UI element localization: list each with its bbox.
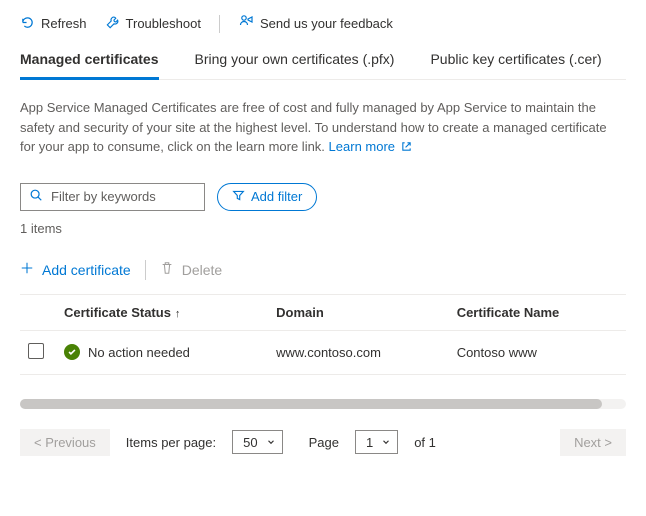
troubleshoot-button[interactable]: Troubleshoot: [105, 15, 201, 33]
page-select[interactable]: 1: [355, 430, 398, 454]
add-certificate-label: Add certificate: [42, 262, 131, 278]
horizontal-scrollbar[interactable]: [20, 399, 626, 409]
wrench-icon: [105, 15, 120, 33]
delete-button: Delete: [160, 261, 222, 278]
tab-public-key[interactable]: Public key certificates (.cer): [430, 45, 601, 79]
refresh-icon: [20, 15, 35, 33]
refresh-label: Refresh: [41, 16, 87, 31]
filter-icon: [232, 189, 245, 205]
name-cell: Contoso www: [449, 330, 626, 374]
status-text: No action needed: [88, 345, 190, 360]
chevron-down-icon: [381, 435, 391, 450]
toolbar-separator: [219, 15, 220, 33]
refresh-button[interactable]: Refresh: [20, 15, 87, 33]
trash-icon: [160, 261, 174, 278]
page-label: Page: [309, 435, 339, 450]
items-per-page-select[interactable]: 50: [232, 430, 282, 454]
of-label: of 1: [414, 435, 436, 450]
feedback-icon: [238, 14, 254, 33]
tabs: Managed certificates Bring your own cert…: [20, 45, 626, 80]
domain-cell: www.contoso.com: [268, 330, 449, 374]
troubleshoot-label: Troubleshoot: [126, 16, 201, 31]
next-page-button[interactable]: Next >: [560, 429, 626, 456]
row-checkbox[interactable]: [28, 343, 44, 359]
add-filter-label: Add filter: [251, 189, 302, 204]
description-text: App Service Managed Certificates are fre…: [20, 98, 620, 157]
scroll-thumb[interactable]: [20, 399, 602, 409]
filter-keywords-field[interactable]: [49, 188, 229, 205]
tab-managed-certificates[interactable]: Managed certificates: [20, 45, 159, 80]
status-ok-icon: [64, 344, 80, 360]
search-icon: [29, 188, 43, 205]
feedback-label: Send us your feedback: [260, 16, 393, 31]
col-name[interactable]: Certificate Name: [449, 294, 626, 330]
feedback-button[interactable]: Send us your feedback: [238, 14, 393, 33]
sort-ascending-icon: ↑: [175, 308, 181, 320]
col-domain[interactable]: Domain: [268, 294, 449, 330]
add-filter-button[interactable]: Add filter: [217, 183, 317, 211]
action-separator: [145, 260, 146, 280]
filter-keywords-input[interactable]: [20, 183, 205, 211]
external-link-icon: [399, 139, 412, 154]
table-row[interactable]: No action needed www.contoso.com Contoso…: [20, 330, 626, 374]
previous-page-button[interactable]: < Previous: [20, 429, 110, 456]
col-status[interactable]: Certificate Status↑: [56, 294, 268, 330]
items-per-page-label: Items per page:: [126, 435, 216, 450]
plus-icon: [20, 261, 34, 278]
item-count: 1 items: [20, 221, 626, 236]
learn-more-link[interactable]: Learn more: [329, 139, 412, 154]
delete-label: Delete: [182, 262, 222, 278]
add-certificate-button[interactable]: Add certificate: [20, 261, 131, 278]
description-body: App Service Managed Certificates are fre…: [20, 100, 607, 154]
certificates-table: Certificate Status↑ Domain Certificate N…: [20, 294, 626, 375]
tab-bring-your-own[interactable]: Bring your own certificates (.pfx): [195, 45, 395, 79]
chevron-down-icon: [266, 435, 276, 450]
